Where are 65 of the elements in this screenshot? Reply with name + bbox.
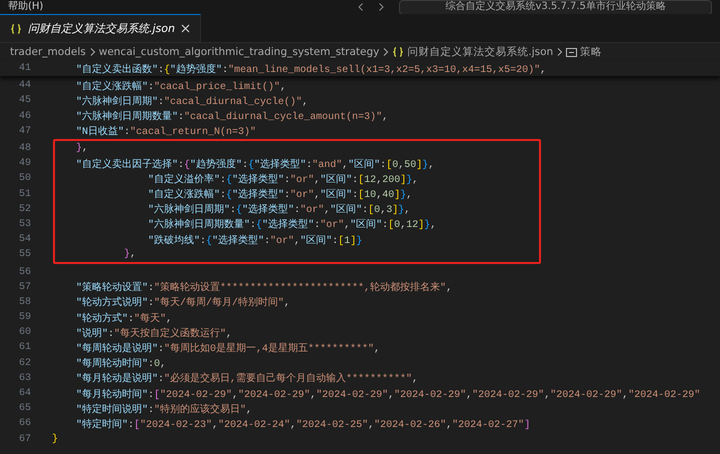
back-icon[interactable] — [357, 3, 366, 11]
code-line: "自定义卖出函数":{"趋势强度":"mean_line_models_sell(x1=3,x2=5,x3=10,x4=15,x5=20)", — [75, 62, 546, 76]
curly-braces-icon — [10, 24, 22, 34]
line-number: 47 — [18, 126, 32, 137]
breadcrumb-item[interactable]: 策略 — [580, 45, 602, 59]
breadcrumb-item[interactable]: trader_models — [10, 46, 86, 58]
code-line: "说明":"每天按自定义函数运行", — [75, 326, 232, 340]
line-number: 66 — [18, 418, 32, 430]
line-number: 41 — [18, 63, 32, 74]
line-number: 57 — [18, 282, 32, 293]
line-number: 63 — [18, 372, 32, 384]
code-line: }, — [75, 143, 88, 154]
line-number: 60 — [18, 327, 32, 338]
chevron-icon — [556, 48, 564, 56]
code-line: "轮动方式":"每天", — [75, 312, 172, 325]
code-line: "特定时间说明":"特别的应该交易日", — [75, 402, 252, 416]
chevron-icon — [382, 48, 390, 56]
line-number: 65 — [18, 403, 32, 414]
line-number: 64 — [18, 388, 32, 400]
code-line: "每月轮动是说明":"必须是交易日,需要自己每个月自动输入**********", — [75, 372, 418, 386]
forward-icon[interactable] — [377, 3, 386, 11]
code-line: "六脉神剑日周期数量":"cacal_diurnal_cycle_amount(n=3)", — [75, 110, 388, 124]
code-line: "自定义卖出因子选择":{"趋势强度":{"选择类型":"and","区间":[0,50]}, — [75, 158, 434, 171]
line-number: 62 — [18, 358, 32, 369]
code-line: "每月轮动时间":["2024-02-29","2024-02-29","2024-02-29","2024-02-29","2024-02-29","2024-02-29","2024-02-29" — [75, 388, 700, 401]
code-line: "六脉神剑日周期数量":{"选择类型":"or","区间":[0,12]}, — [147, 218, 436, 232]
line-number: 49 — [18, 158, 32, 170]
line-number: 58 — [18, 296, 32, 308]
line-number: 46 — [18, 110, 32, 122]
code-line: "六脉神剑日周期":"cacal_diurnal_cycle()", — [75, 94, 308, 108]
line-number: 44 — [18, 80, 32, 92]
code-line: "每周轮动时间":0, — [75, 356, 166, 370]
code-line: "策略轮动设置":"策略轮动设置************************,轮动都按排名来", — [75, 280, 452, 294]
close-icon[interactable] — [181, 24, 190, 33]
line-number: 55 — [18, 249, 32, 260]
breadcrumb-item[interactable]: wencai_custom_algorithmic_trading_system_strategy — [98, 46, 380, 58]
line-number: 54 — [18, 234, 32, 246]
code-line: "六脉神剑日周期":{"选择类型":"or","区间":[0,3]}, — [147, 202, 410, 216]
line-number: 61 — [18, 342, 32, 354]
code-line: "自定义涨跌幅":{"选择类型":"or","区间":[10,40]}, — [147, 188, 412, 202]
code-line: "自定义涨跌幅":"cacal_price_limit()", — [75, 80, 286, 93]
line-number: 56 — [18, 266, 32, 278]
help-menu[interactable]: 帮助(H) — [8, 1, 44, 13]
line-number: 67 — [18, 434, 32, 445]
code-line: } — [52, 434, 58, 445]
line-number: 51 — [18, 188, 32, 200]
code-line: "特定时间":["2024-02-23","2024-02-24","2024-02-25","2024-02-26","2024-02-27"] — [75, 418, 530, 431]
command-center-field[interactable]: 综合自定义交易系统v3.5.7.7.5单市行业轮动策略 — [399, 0, 712, 14]
code-line: "跌破均线":{"选择类型":"or","区间":[1]} — [147, 234, 362, 247]
code-line: "每周轮动是说明":"每周比如0是星期一,4是星期五**********", — [75, 342, 380, 355]
line-number: 59 — [18, 312, 32, 324]
line-number: 53 — [18, 218, 32, 230]
code-line: "N日收益":"cacal_return_N(n=3)" — [75, 125, 256, 138]
chevron-icon — [88, 48, 96, 56]
code-line: "轮动方式说明":"每天/每周/每月/特别时间", — [75, 296, 290, 310]
code-line: }, — [123, 249, 136, 260]
code-line: "自定义溢价率":{"选择类型":"or","区间":[12,200]}, — [147, 172, 418, 186]
line-number: 45 — [18, 95, 32, 106]
line-number: 48 — [18, 143, 32, 154]
symbol-icon — [566, 48, 578, 56]
curly-braces-icon — [392, 47, 404, 57]
line-number: 50 — [18, 173, 32, 184]
line-number: 52 — [18, 204, 32, 215]
editor-tab[interactable]: 问财自定义算法交易系统.json — [0, 14, 201, 42]
breadcrumb-item[interactable]: 问财自定义算法交易系统.json — [407, 45, 554, 59]
